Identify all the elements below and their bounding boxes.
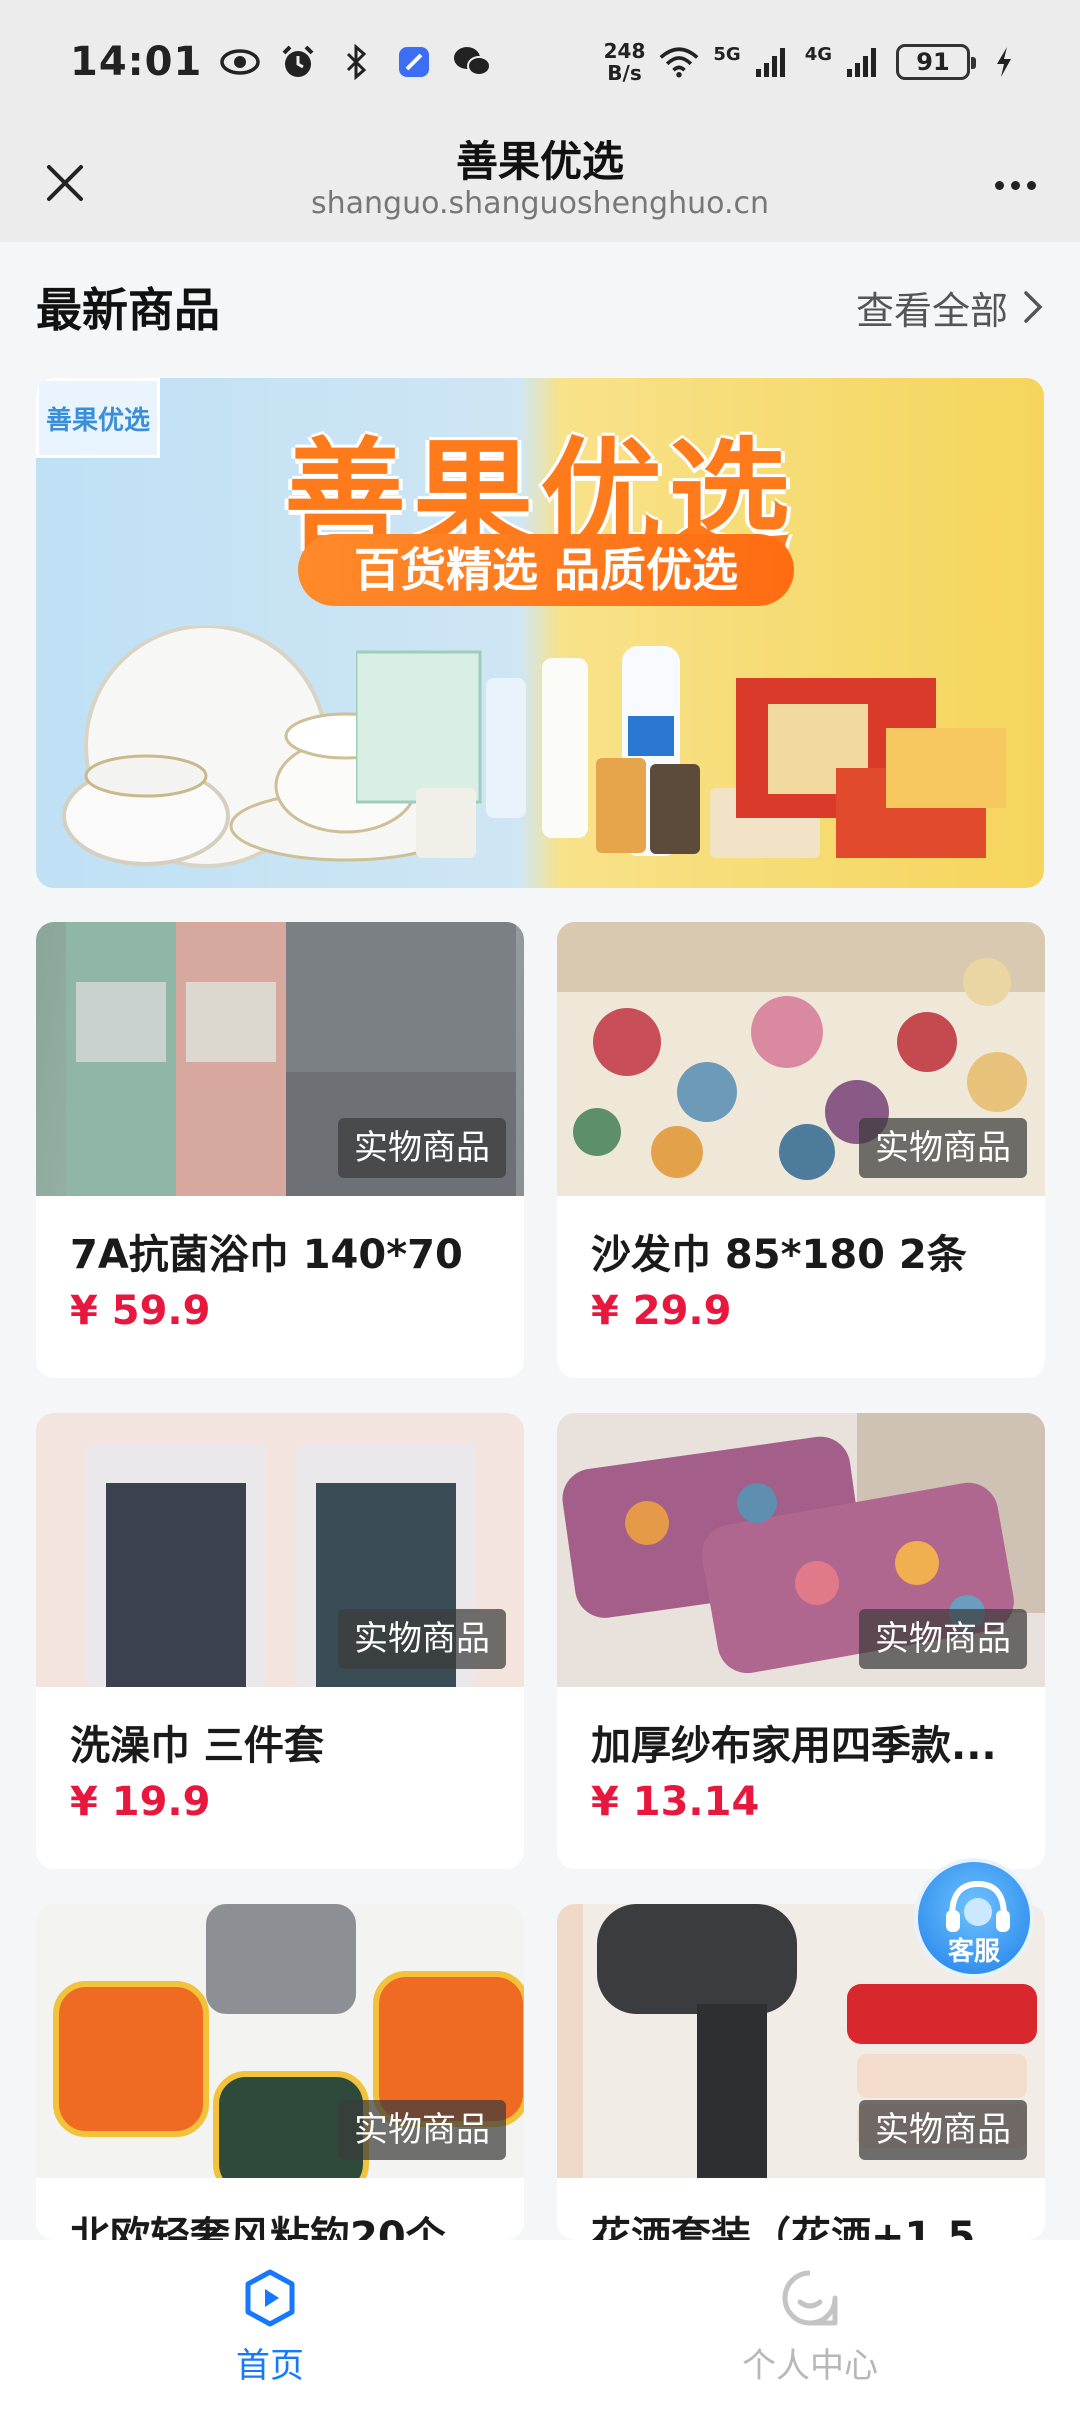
tab-home-label: 首页	[236, 2346, 304, 2386]
product-price: ¥ 59.9	[70, 1288, 211, 1334]
product-card[interactable]: 实物商品 沙发巾 85*180 2条 ¥ 29.9	[557, 922, 1045, 1378]
section-title: 最新商品	[36, 283, 220, 337]
bluetooth-icon	[336, 42, 376, 82]
product-type-badge: 实物商品	[338, 2100, 506, 2160]
battery-indicator: 91	[896, 44, 976, 80]
profile-face-icon	[782, 2270, 838, 2326]
wechat-icon	[452, 42, 492, 82]
product-name: 加厚纱布家用四季款...	[591, 1723, 997, 1769]
app-notification-icon	[394, 42, 434, 82]
dot-icon	[1010, 180, 1020, 190]
product-image: 实物商品	[557, 922, 1045, 1196]
customer-service-button[interactable]: 客服	[914, 1858, 1034, 1978]
product-type-badge: 实物商品	[859, 1118, 1027, 1178]
nav-bar: 善果优选 shanguo.shanguoshenghuo.cn	[0, 124, 1080, 242]
eye-icon	[220, 42, 261, 82]
product-image: 实物商品	[36, 922, 524, 1196]
product-image: 实物商品	[36, 1413, 524, 1687]
product-price: ¥ 19.9	[70, 1779, 211, 1825]
product-card[interactable]: 实物商品 加厚纱布家用四季款... ¥ 13.14	[557, 1413, 1045, 1869]
product-name: 沙发巾 85*180 2条	[591, 1232, 967, 1278]
network-4g-label: 4G	[804, 44, 832, 65]
product-image: 实物商品	[557, 1413, 1045, 1687]
product-name: 7A抗菌浴巾 140*70	[70, 1232, 463, 1278]
customer-service-label: 客服	[947, 1937, 1000, 1967]
product-type-badge: 实物商品	[338, 1118, 506, 1178]
charging-icon	[984, 42, 1024, 82]
network-5g-label: 5G	[713, 44, 741, 65]
tab-home[interactable]: 首页	[0, 2240, 540, 2412]
tab-profile[interactable]: 个人中心	[540, 2240, 1080, 2412]
home-play-icon	[245, 2269, 295, 2327]
product-card[interactable]: 实物商品 北欧轻奢风粘钩20个	[36, 1904, 524, 2240]
dot-icon	[1026, 180, 1036, 190]
dot-icon	[994, 180, 1004, 190]
signal-icon	[842, 42, 882, 82]
signal-icon	[751, 42, 791, 82]
product-price: ¥ 29.9	[591, 1288, 732, 1334]
section-header: 最新商品 查看全部	[36, 270, 1044, 344]
page-url: shanguo.shanguoshenghuo.cn	[311, 186, 769, 221]
household-products-illustration	[356, 646, 1006, 858]
product-type-badge: 实物商品	[859, 1609, 1027, 1669]
product-type-badge: 实物商品	[859, 2100, 1027, 2160]
net-speed: 248 B/s	[603, 39, 646, 85]
promo-banner[interactable]: 善果优选 善果优选 百货精选 品质优选	[36, 378, 1044, 888]
view-all-label: 查看全部	[855, 288, 1008, 333]
more-options-button[interactable]	[980, 150, 1050, 220]
product-type-badge: 实物商品	[338, 1609, 506, 1669]
product-card[interactable]: 实物商品 洗澡巾 三件套 ¥ 19.9	[36, 1413, 524, 1869]
page-title: 善果优选	[455, 137, 624, 186]
alarm-icon	[278, 42, 318, 82]
banner-subtitle: 百货精选 品质优选	[298, 534, 794, 606]
product-name: 洗澡巾 三件套	[70, 1723, 324, 1769]
wifi-icon	[659, 42, 699, 82]
chevron-right-icon	[1024, 291, 1043, 323]
view-all-link[interactable]: 查看全部	[856, 280, 1044, 335]
product-image: 实物商品	[36, 1904, 524, 2178]
clock: 14:01	[70, 39, 203, 85]
product-price: ¥ 13.14	[591, 1779, 760, 1825]
product-name: 花洒套装（花洒+1.5	[591, 2214, 976, 2240]
status-bar: 14:01 248 B/s 5G 4G 91	[0, 0, 1080, 124]
bottom-tab-bar: 首页 个人中心	[0, 2240, 1080, 2412]
product-card[interactable]: 实物商品 7A抗菌浴巾 140*70 ¥ 59.9	[36, 922, 524, 1378]
tab-profile-label: 个人中心	[742, 2346, 878, 2386]
product-name: 北欧轻奢风粘钩20个	[70, 2214, 446, 2240]
